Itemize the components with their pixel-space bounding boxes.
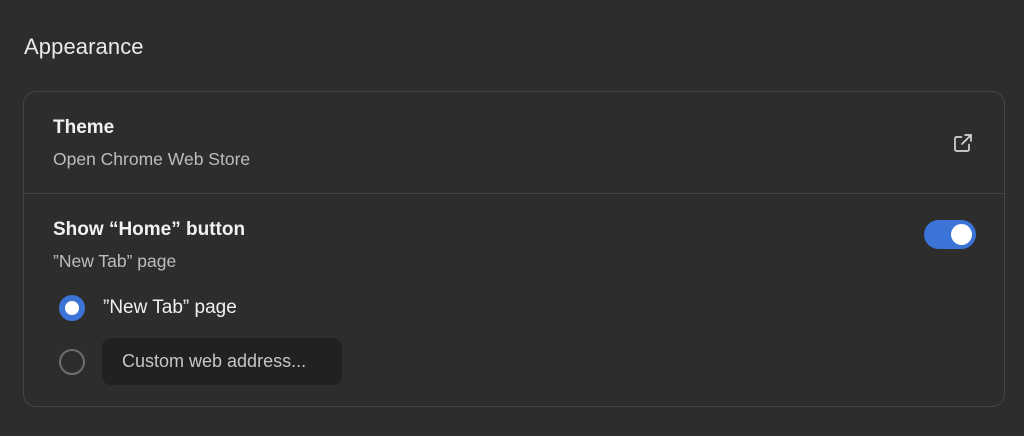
theme-title: Theme (53, 117, 115, 138)
custom-web-address-input[interactable] (102, 338, 342, 385)
appearance-card: Theme Open Chrome Web Store Show “Home” … (23, 91, 1005, 407)
radio-new-tab-page[interactable] (59, 295, 85, 321)
toggle-knob (951, 224, 972, 245)
radio-new-tab-label[interactable]: ”New Tab” page (103, 297, 237, 319)
theme-subtitle: Open Chrome Web Store (53, 149, 251, 169)
section-title: Appearance (24, 34, 144, 59)
external-link-icon[interactable] (951, 131, 975, 155)
show-home-button-toggle[interactable] (924, 220, 976, 249)
theme-row[interactable]: Theme Open Chrome Web Store (24, 92, 1004, 194)
home-button-title: Show “Home” button (53, 219, 246, 240)
home-button-subtitle: ”New Tab” page (53, 251, 177, 271)
radio-custom-address[interactable] (59, 349, 85, 375)
